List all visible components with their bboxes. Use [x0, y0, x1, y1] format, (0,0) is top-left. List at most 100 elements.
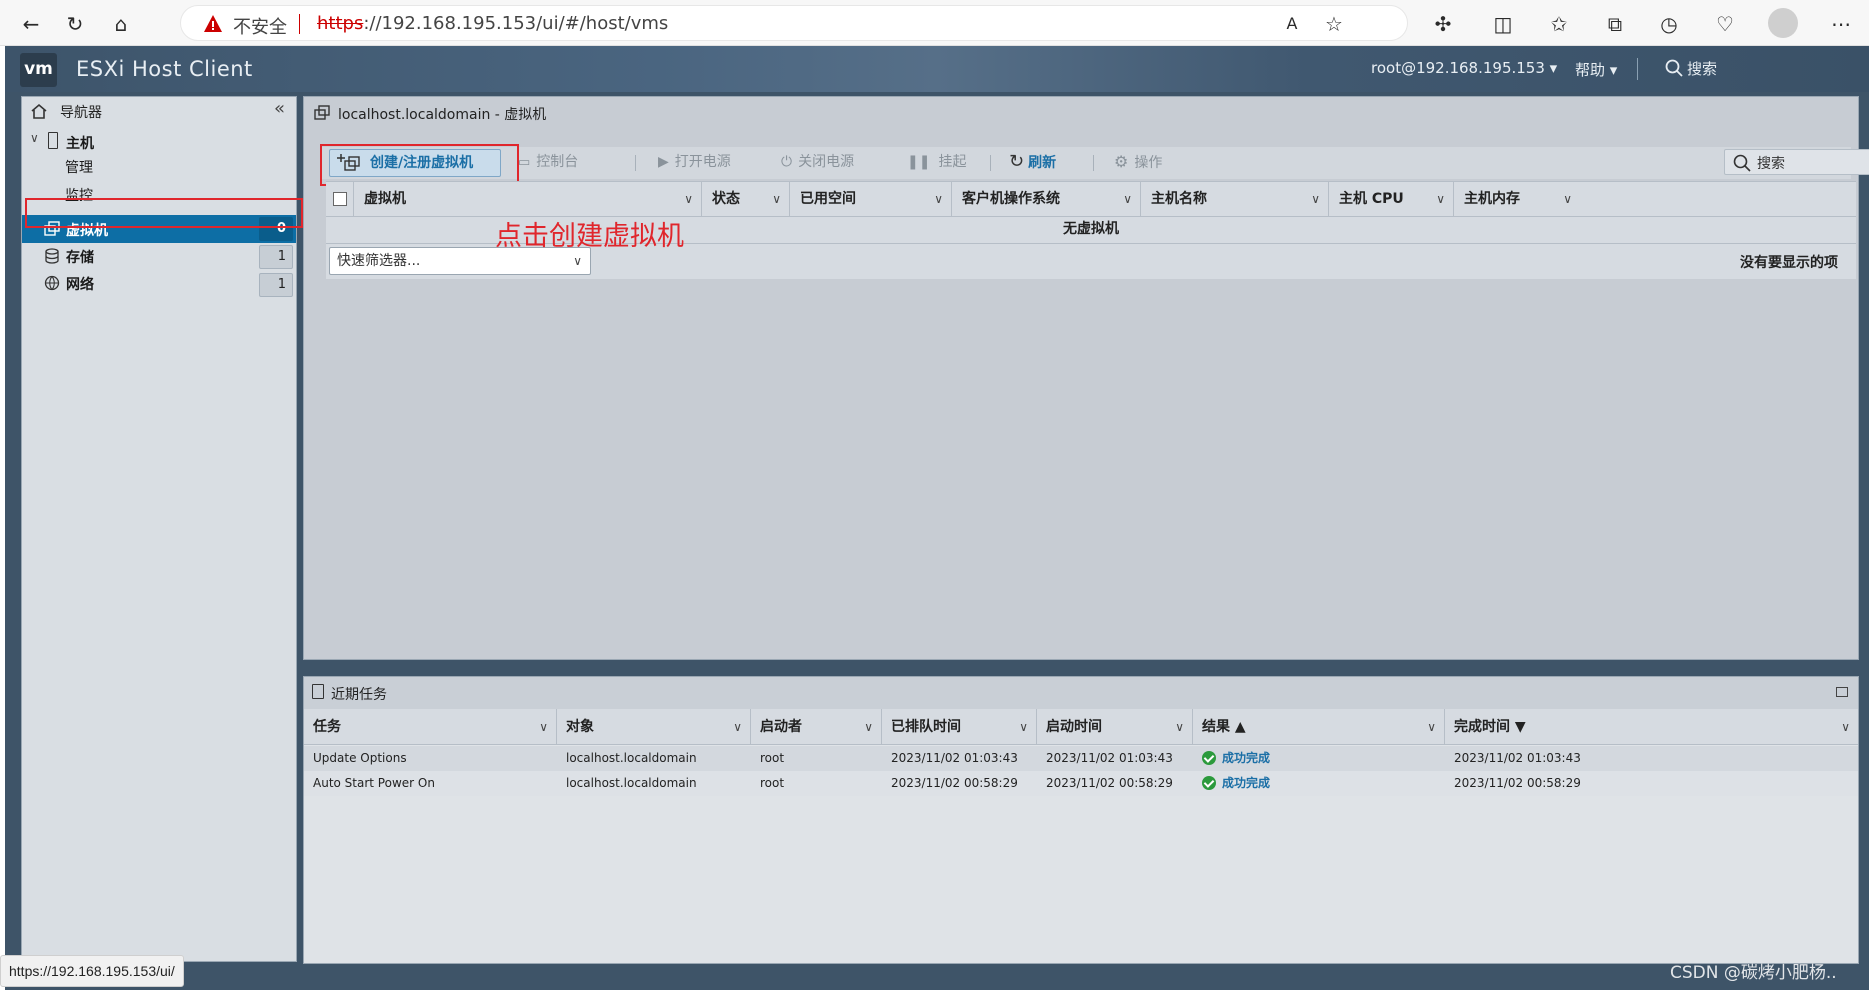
host-icon: [48, 132, 58, 149]
task-result-label[interactable]: 成功完成: [1222, 776, 1270, 790]
col-used-space-label: 已用空间: [800, 191, 856, 207]
back-icon[interactable]: ←: [18, 11, 44, 37]
task-result: 成功完成: [1193, 771, 1270, 796]
col-host-memory-label: 主机内存: [1464, 191, 1520, 207]
header-search[interactable]: 搜索: [1665, 58, 1717, 79]
tasks-table-header: 任务 ∨ 对象 ∨ 启动者 ∨ 已排队时间 ∨ 启动时间 ∨ 结果 ▲ ∨ 完成时间 ▼ ∨: [304, 709, 1858, 745]
chevron-down-icon[interactable]: ∨: [1311, 182, 1320, 216]
chevron-down-icon[interactable]: ∨: [30, 131, 39, 145]
chevron-down-icon[interactable]: ∨: [1175, 709, 1184, 745]
read-aloud-icon[interactable]: A: [1279, 11, 1305, 37]
network-count-badge: 1: [259, 273, 293, 297]
console-button[interactable]: ▭ 控制台: [518, 147, 578, 177]
table-row[interactable]: Update Options localhost.localdomain roo…: [304, 746, 1858, 771]
favorite-star-icon[interactable]: ☆: [1321, 11, 1347, 37]
col-vm[interactable]: 虚拟机 ∨: [354, 182, 702, 216]
nav-item-storage[interactable]: 存储 1: [22, 243, 296, 269]
col-host-cpu-label: 主机 CPU: [1339, 191, 1404, 207]
chevron-down-icon[interactable]: ∨: [864, 709, 873, 745]
refresh-button[interactable]: ↻ 刷新: [1009, 147, 1056, 177]
toolbar-divider: [990, 155, 991, 171]
select-all-checkbox[interactable]: [333, 192, 347, 206]
col-host-cpu[interactable]: 主机 CPU ∨: [1329, 182, 1454, 216]
search-icon: [1665, 59, 1683, 77]
reload-icon[interactable]: ↻: [62, 11, 88, 37]
chevron-down-icon[interactable]: ∨: [1436, 182, 1445, 216]
user-menu[interactable]: root@192.168.195.153 ▾: [1371, 59, 1557, 77]
more-menu-icon[interactable]: ⋯: [1828, 11, 1854, 37]
refresh-icon: ↻: [1009, 151, 1025, 172]
history-icon[interactable]: ◷: [1656, 11, 1682, 37]
col-start-time[interactable]: 启动时间 ∨: [1037, 709, 1193, 745]
search-icon: [1733, 154, 1751, 172]
toolbar-divider: [1093, 155, 1094, 171]
power-icon: ⏻: [781, 154, 793, 170]
col-object-label: 对象: [566, 719, 594, 735]
col-host-name[interactable]: 主机名称 ∨: [1141, 182, 1329, 216]
vm-grid-header: 虚拟机 ∨ 状态 ∨ 已用空间 ∨ 客户机操作系统 ∨ 主机名称 ∨ 主机 CPU ∨ 主机…: [326, 181, 1856, 217]
chevron-down-icon[interactable]: ∨: [1019, 709, 1028, 745]
actions-label: 操作: [1134, 155, 1163, 171]
help-menu[interactable]: 帮助 ▾: [1575, 59, 1617, 80]
col-object[interactable]: 对象 ∨: [557, 709, 751, 745]
collections-icon[interactable]: ⧉: [1602, 11, 1628, 37]
task-result-label[interactable]: 成功完成: [1222, 751, 1270, 765]
nav-item-host[interactable]: ∨ 主机: [22, 129, 296, 155]
col-queued-time-label: 已排队时间: [891, 719, 961, 735]
vm-search-input[interactable]: 搜索: [1724, 149, 1869, 175]
recent-tasks-header: 近期任务: [304, 677, 1858, 709]
table-row[interactable]: Auto Start Power On localhost.localdomai…: [304, 771, 1858, 796]
col-used-space[interactable]: 已用空间 ∨: [790, 182, 952, 216]
nav-item-network[interactable]: 网络 1: [22, 271, 296, 297]
actions-button[interactable]: ⚙ 操作: [1114, 147, 1162, 177]
col-initiator[interactable]: 启动者 ∨: [751, 709, 882, 745]
task-object: localhost.localdomain: [566, 751, 697, 765]
extensions-icon[interactable]: ✣: [1430, 11, 1456, 37]
col-host-memory[interactable]: 主机内存 ∨: [1454, 182, 1580, 216]
favorites-icon[interactable]: ✩: [1546, 11, 1572, 37]
chevron-down-icon[interactable]: ∨: [1563, 182, 1572, 216]
browser-toolbar: ← ↻ ⌂ 不安全 https://192.168.195.153/ui/#/h…: [0, 0, 1869, 46]
col-task[interactable]: 任务 ∨: [304, 709, 557, 745]
collapse-navigator-icon[interactable]: «: [274, 98, 285, 119]
storage-label: 存储: [66, 250, 94, 266]
power-on-button[interactable]: ▶ 打开电源: [658, 147, 731, 177]
suspend-label: 挂起: [938, 154, 967, 170]
task-queued-time: 2023/11/02 01:03:43: [891, 751, 1018, 765]
split-screen-icon[interactable]: ◫: [1490, 11, 1516, 37]
url-scheme: https: [317, 13, 364, 34]
chevron-down-icon[interactable]: ∨: [1841, 709, 1850, 745]
chevron-down-icon[interactable]: ∨: [539, 709, 548, 745]
minimize-panel-icon[interactable]: [1836, 687, 1848, 697]
power-off-button[interactable]: ⏻ 关闭电源: [781, 147, 854, 177]
play-icon: ▶: [658, 154, 669, 170]
task-completion-time: 2023/11/02 00:58:29: [1454, 776, 1581, 790]
header-divider: [1637, 58, 1638, 80]
home-icon[interactable]: ⌂: [108, 11, 134, 37]
col-queued-time[interactable]: 已排队时间 ∨: [882, 709, 1037, 745]
suspend-button[interactable]: ❚❚ 挂起: [907, 147, 966, 177]
address-bar[interactable]: 不安全 https://192.168.195.153/ui/#/host/vm…: [180, 5, 1408, 41]
chevron-down-icon[interactable]: ∨: [684, 182, 693, 216]
profile-avatar[interactable]: [1768, 8, 1798, 38]
url-text: https://192.168.195.153/ui/#/host/vms: [317, 13, 668, 34]
chevron-down-icon[interactable]: ∨: [1427, 709, 1436, 745]
console-label: 控制台: [536, 154, 579, 170]
chevron-down-icon[interactable]: ∨: [934, 182, 943, 216]
col-guest-os[interactable]: 客户机操作系统 ∨: [952, 182, 1141, 216]
performance-icon[interactable]: ♡: [1712, 11, 1738, 37]
vm-logo: vm: [20, 53, 57, 87]
chevron-down-icon[interactable]: ∨: [733, 709, 742, 745]
col-completion-time[interactable]: 完成时间 ▼ ∨: [1445, 709, 1858, 745]
col-result[interactable]: 结果 ▲ ∨: [1193, 709, 1445, 745]
chevron-down-icon[interactable]: ∨: [772, 182, 781, 216]
recent-tasks-panel: 近期任务 任务 ∨ 对象 ∨ 启动者 ∨ 已排队时间 ∨ 启动时间 ∨ 结果 ▲ ∨ 完成时…: [303, 676, 1859, 964]
col-result-label: 结果 ▲: [1202, 719, 1246, 735]
chevron-down-icon[interactable]: ∨: [1123, 182, 1132, 216]
url-path: ://192.168.195.153/ui/#/host/vms: [363, 13, 669, 34]
col-completion-time-label: 完成时间 ▼: [1454, 719, 1526, 735]
recent-tasks-title: 近期任务: [331, 687, 387, 703]
nav-item-manage[interactable]: 管理: [22, 153, 296, 179]
col-status[interactable]: 状态 ∨: [702, 182, 790, 216]
task-queued-time: 2023/11/02 00:58:29: [891, 776, 1018, 790]
